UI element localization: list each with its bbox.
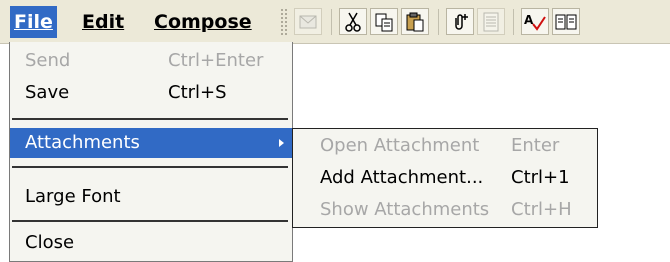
menu-item-large-font[interactable]: Large Font — [10, 182, 292, 212]
menu-item-label: Large Font — [25, 186, 121, 207]
submenu-item-shortcut: Ctrl+1 — [511, 167, 570, 188]
menu-item-label: Save — [25, 82, 70, 103]
copy-button[interactable] — [370, 8, 398, 35]
submenu-arrow-icon — [279, 139, 284, 147]
menu-edit-label: Edit — [82, 11, 125, 33]
menu-item-save[interactable]: Save Ctrl+S — [10, 78, 292, 108]
menu-item-attachments[interactable]: Attachments — [10, 128, 292, 158]
address-book-button[interactable] — [552, 8, 580, 35]
copy-icon — [375, 13, 393, 31]
menu-item-close[interactable]: Close — [10, 228, 292, 258]
submenu-item-open-attachment[interactable]: Open Attachment Enter — [293, 131, 597, 161]
menu-item-label: Attachments — [25, 132, 140, 153]
file-menu-dropdown: Send Ctrl+Enter Save Ctrl+S Attachments … — [9, 42, 293, 262]
menu-compose[interactable]: Compose — [150, 6, 256, 38]
menu-item-label: Close — [25, 232, 75, 253]
window-chrome: File Edit Compose A — [0, 0, 670, 44]
toolbar-separator — [331, 9, 332, 35]
submenu-item-shortcut: Ctrl+H — [511, 199, 572, 220]
toolbar-separator — [513, 9, 514, 35]
cut-button[interactable] — [339, 8, 367, 35]
menu-separator — [12, 118, 288, 120]
paste-button[interactable] — [401, 8, 429, 35]
menu-file-label: File — [14, 11, 53, 33]
menu-edit[interactable]: Edit — [78, 6, 128, 38]
menu-compose-label: Compose — [154, 11, 252, 33]
menu-item-shortcut: Ctrl+Enter — [168, 50, 264, 71]
attachments-submenu: Open Attachment Enter Add Attachment... … — [292, 128, 598, 228]
attach-icon — [455, 13, 468, 30]
address-book-icon — [555, 14, 577, 29]
menu-item-label: Send — [25, 50, 71, 71]
spellcheck-icon: A — [524, 13, 546, 31]
toolbar-grip[interactable] — [280, 8, 288, 36]
menu-file[interactable]: File — [10, 6, 57, 38]
menu-separator — [12, 166, 288, 168]
submenu-item-shortcut: Enter — [511, 135, 560, 156]
envelope-icon — [299, 15, 317, 28]
spellcheck-button[interactable]: A — [521, 8, 549, 35]
attach-button[interactable] — [446, 8, 474, 35]
envelope-button[interactable] — [294, 8, 322, 35]
document-button[interactable] — [477, 8, 505, 35]
submenu-item-label: Open Attachment — [320, 135, 480, 156]
submenu-item-add-attachment[interactable]: Add Attachment... Ctrl+1 — [293, 163, 597, 193]
document-icon — [483, 12, 499, 31]
cut-icon — [345, 12, 361, 32]
paste-icon — [406, 12, 424, 31]
submenu-item-label: Show Attachments — [320, 199, 490, 220]
menu-item-send[interactable]: Send Ctrl+Enter — [10, 46, 292, 76]
toolbar-separator — [438, 9, 439, 35]
submenu-item-show-attachments[interactable]: Show Attachments Ctrl+H — [293, 195, 597, 225]
menu-separator — [12, 220, 288, 222]
menu-item-shortcut: Ctrl+S — [168, 82, 227, 103]
submenu-item-label: Add Attachment... — [320, 167, 484, 188]
